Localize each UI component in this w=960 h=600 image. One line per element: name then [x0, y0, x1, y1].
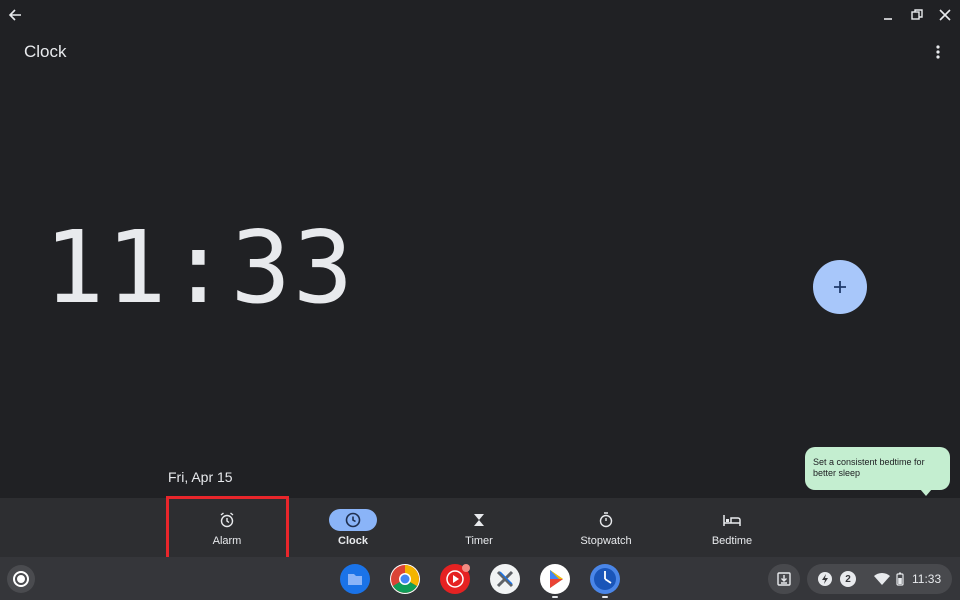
- tab-label: Bedtime: [711, 535, 753, 547]
- youtube-music-icon: [446, 564, 470, 588]
- battery-icon: [896, 572, 904, 586]
- arrow-left-icon: [8, 9, 21, 21]
- bedtime-tooltip[interactable]: Set a consistent bedtime for better slee…: [805, 447, 950, 496]
- shelf-clock[interactable]: [590, 564, 620, 594]
- tab-label: Stopwatch: [580, 535, 632, 547]
- play-store-icon: [550, 570, 563, 588]
- title-bar: [0, 0, 960, 30]
- bed-icon: [723, 515, 741, 526]
- running-indicator: [602, 596, 608, 598]
- tab-stopwatch[interactable]: Stopwatch: [551, 498, 661, 557]
- tooltip-text: Set a consistent bedtime for better slee…: [813, 457, 925, 478]
- more-vert-icon: [936, 45, 940, 59]
- back-button[interactable]: [6, 5, 26, 25]
- wifi-icon: [874, 572, 890, 585]
- clock-icon: [345, 512, 361, 528]
- download-tray-icon: [777, 572, 791, 586]
- holding-space-button[interactable]: [768, 564, 800, 594]
- launcher-icon: [15, 573, 27, 585]
- status-tray[interactable]: 2 11:33: [807, 564, 952, 594]
- shelf-play-store[interactable]: [540, 564, 570, 594]
- power-icon: [818, 572, 832, 586]
- current-time: 11:33: [44, 209, 356, 326]
- current-date: Fri, Apr 15: [168, 469, 233, 485]
- tab-label: Timer: [465, 535, 493, 547]
- shelf-youtube-music[interactable]: [440, 564, 470, 594]
- close-icon: [939, 9, 951, 21]
- stopwatch-icon: [599, 512, 613, 528]
- shelf-chrome[interactable]: [390, 564, 420, 594]
- chrome-icon: [391, 565, 419, 593]
- app-icon: [496, 570, 514, 588]
- tab-clock[interactable]: Clock: [298, 498, 408, 557]
- more-options-button[interactable]: [928, 42, 948, 62]
- clock-app-icon: [594, 568, 616, 590]
- shelf-files[interactable]: [340, 564, 370, 594]
- files-icon: [348, 574, 362, 585]
- minimize-button[interactable]: [878, 5, 898, 25]
- bottom-nav: Alarm Clock Timer Stopwatch Bedtime: [0, 498, 960, 557]
- notification-count: 2: [840, 571, 856, 587]
- alarm-tab-highlight: [166, 496, 289, 561]
- running-indicator: [552, 596, 558, 598]
- tab-timer[interactable]: Timer: [424, 498, 534, 557]
- restore-button[interactable]: [907, 5, 927, 25]
- clock-window: Clock 11:33 Fri, Apr 15 Set a consistent…: [0, 0, 960, 561]
- minimize-icon: [884, 18, 892, 20]
- add-city-button[interactable]: [813, 260, 867, 314]
- tab-bedtime[interactable]: Bedtime: [677, 498, 787, 557]
- tray-time: 11:33: [912, 572, 942, 586]
- launcher-button[interactable]: [7, 565, 35, 593]
- hourglass-icon: [474, 514, 484, 526]
- app-title: Clock: [24, 42, 67, 61]
- tab-label: Clock: [338, 535, 368, 547]
- restore-icon: [911, 9, 923, 20]
- plus-icon: [834, 281, 846, 293]
- close-button[interactable]: [935, 5, 955, 25]
- shelf-app[interactable]: [490, 564, 520, 594]
